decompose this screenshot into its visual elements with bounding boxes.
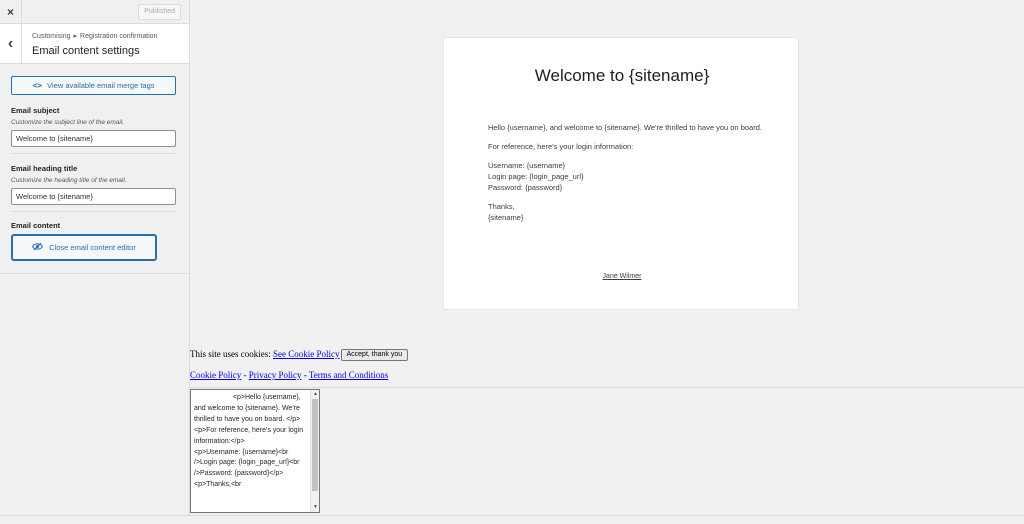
email-footer-text: Jane Wilmer [602,273,642,280]
section-header: ‹ Customising ▸ Registration confirmation … [0,24,189,64]
eye-slash-icon [32,242,44,253]
cookie-notice: This site uses cookies: See Cookie Polic… [190,349,409,361]
email-heading-label: Email heading title [11,164,78,173]
scrollbar-thumb[interactable] [312,399,318,491]
email-subject-field: Email subject Customize the subject line… [11,106,176,154]
email-reference-line: For reference, here's your login informa… [488,142,634,151]
email-subject-description: Customize the subject line of the email. [11,119,125,126]
footer-links: Cookie Policy - Privacy Policy - Terms a… [190,370,388,380]
email-login-info: Username: {username} Login page: {login_… [488,160,763,193]
panel-divider [0,273,190,274]
chevron-left-icon: ‹ [7,35,14,52]
email-thanks: Thanks, [488,202,515,211]
email-password-line: Password: {password} [488,183,563,192]
email-subject-label: Email subject [11,106,60,115]
code-editor-scrollbar[interactable]: ▲ ▼ [310,390,319,512]
email-heading-input[interactable]: Welcome to {sitename} [11,188,176,205]
breadcrumb: Customising ▸ Registration confirmation [32,32,157,40]
breadcrumb-separator-icon: ▸ [73,33,78,40]
back-button[interactable]: ‹ [0,24,22,64]
email-greeting: Hello {username}, and welcome to {sitena… [488,123,762,132]
scroll-up-icon[interactable]: ▲ [311,390,319,399]
email-content-label: Email content [11,221,61,230]
code-icon: <> [32,81,43,90]
close-icon: × [6,5,14,19]
close-email-content-editor-button[interactable]: Close email content editor [11,234,157,261]
code-editor-content[interactable]: <p>Hello {username}, and welcome to {sit… [194,393,309,491]
email-preview-card: Welcome to {sitename} Hello {username}, … [443,37,799,310]
email-content-code-editor[interactable]: <p>Hello {username}, and welcome to {sit… [190,389,320,513]
see-cookie-policy-link[interactable]: See Cookie Policy [273,349,340,359]
bottom-status-strip [0,515,1024,524]
privacy-policy-link[interactable]: Privacy Policy [249,370,302,380]
email-heading-field: Email heading title Customize the headin… [11,164,176,212]
email-signoff: Thanks, {sitename} [488,201,763,223]
email-signature: {sitename} [488,213,524,222]
email-login-page-line: Login page: {login_page_url} [488,172,584,181]
email-subject-input[interactable]: Welcome to {sitename} [11,130,176,147]
section-title: Email content settings [32,45,140,57]
close-email-content-editor-label: Close email content editor [49,243,136,252]
email-heading-description: Customize the heading title of the email… [11,177,127,184]
terms-and-conditions-link[interactable]: Terms and Conditions [309,370,388,380]
settings-panel: <> View available email merge tags Email… [0,64,190,274]
accept-cookies-button[interactable]: Accept, thank you [340,349,409,361]
code-editor-area: <p>Hello {username}, and welcome to {sit… [190,387,1024,524]
view-merge-tags-label: View available email merge tags [47,81,155,90]
footer-separator: - [301,370,309,380]
email-heading: Welcome to {sitename} [534,66,710,85]
customizer-sidebar: × Published ‹ Customising ▸ Registration c… [0,0,190,524]
close-customizer-button[interactable]: × [0,0,22,24]
email-body: Hello {username}, and welcome to {sitena… [488,122,763,231]
view-merge-tags-button[interactable]: <> View available email merge tags [11,76,176,95]
scroll-down-icon[interactable]: ▼ [311,503,319,512]
cookie-policy-link[interactable]: Cookie Policy [190,370,241,380]
cookie-notice-text: This site uses cookies: [190,349,273,360]
breadcrumb-customising: Customising [32,33,71,40]
published-button[interactable]: Published [138,4,181,20]
customizer-topbar: × Published [0,0,189,24]
email-preview-area: Welcome to {sitename} Hello {username}, … [190,0,1024,524]
breadcrumb-registration-confirmation: Registration confirmation [80,33,158,40]
email-username-line: Username: {username} [488,161,566,170]
footer-separator: - [241,370,249,380]
